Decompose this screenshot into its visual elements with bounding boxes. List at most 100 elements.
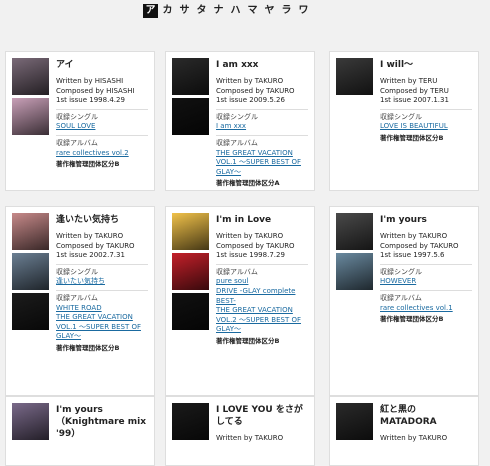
song-title[interactable]: I will～ [380, 59, 472, 71]
divider [216, 108, 308, 110]
kana-tab-6[interactable]: マ [245, 4, 260, 18]
kana-tab-8[interactable]: ラ [279, 4, 294, 18]
kana-tab-7[interactable]: ヤ [262, 4, 277, 18]
divider [216, 263, 308, 265]
cover-thumbnails [172, 58, 209, 138]
kana-tab-3[interactable]: タ [194, 4, 209, 18]
album-cover[interactable] [12, 58, 49, 95]
kana-tab-0[interactable]: ア [143, 4, 158, 18]
song-card[interactable]: I LOVE YOU をさがしてる Written by TAKURO [165, 396, 315, 466]
singles-label: 収録シングル [56, 112, 98, 121]
issue-date: 1st issue 1998.4.29 [56, 96, 125, 105]
rights-group: 著作権管理団体区分B [216, 336, 280, 345]
single-link[interactable]: LOVE IS BEAUTIFUL [380, 122, 472, 132]
written-by: Written by TAKURO [216, 77, 284, 85]
albums-label: 収録アルバム [380, 293, 422, 302]
song-info: 紅と黒のMATADORA Written by TAKURO [380, 404, 472, 444]
song-card[interactable]: I am xxx Written by TAKURO Composed by TAK… [165, 51, 315, 191]
single-link[interactable]: HOWEVER [380, 277, 472, 287]
rights-group: 著作権管理団体区分B [380, 315, 444, 324]
singles-label: 収録シングル [380, 267, 422, 276]
cover-thumbnails [12, 58, 49, 138]
album-link[interactable]: THE GREAT VACATION VOL.1 ～SUPER BEST OF … [56, 313, 148, 342]
album-cover[interactable] [336, 213, 373, 250]
song-title[interactable]: I am xxx [216, 59, 308, 71]
song-info: I'm in Love Written by TAKURO Composed by … [216, 214, 308, 347]
single-link[interactable]: SOUL LOVE [56, 122, 148, 132]
song-info: アイ Written by HISASHI Composed by HISASHI 1… [56, 59, 148, 170]
composed-by: Composed by TAKURO [380, 241, 459, 250]
rights-group: 著作権管理団体区分B [56, 343, 120, 352]
cover-thumbnails [336, 403, 373, 443]
album-cover[interactable] [172, 253, 209, 290]
album-cover[interactable] [172, 213, 209, 250]
song-title[interactable]: I'm yours [380, 214, 472, 226]
song-title[interactable]: 逢いたい気持ち [56, 214, 148, 226]
rights-group: 著作権管理団体区分B [380, 133, 444, 142]
kana-tab-5[interactable]: ハ [228, 4, 243, 18]
cover-thumbnails [12, 403, 49, 443]
song-card[interactable]: I'm yours（Knightmare mix '99） [5, 396, 155, 466]
song-title[interactable]: 紅と黒のMATADORA [380, 404, 472, 428]
divider [56, 263, 148, 265]
albums-label: 収録アルバム [56, 293, 98, 302]
cover-thumbnails [12, 213, 49, 333]
song-card[interactable]: 紅と黒のMATADORA Written by TAKURO [329, 396, 479, 466]
kana-tab-1[interactable]: カ [160, 4, 175, 18]
composed-by: Composed by TAKURO [216, 241, 295, 250]
song-title[interactable]: I LOVE YOU をさがしてる [216, 404, 308, 428]
album-link[interactable]: rare collectives vol.2 [56, 149, 148, 159]
cover-thumbnails [336, 213, 373, 293]
album-link[interactable]: rare collectives vol.1 [380, 304, 472, 314]
album-cover[interactable] [172, 58, 209, 95]
song-card[interactable]: アイ Written by HISASHI Composed by HISASHI 1… [5, 51, 155, 191]
kana-tab-2[interactable]: サ [177, 4, 192, 18]
song-info: I am xxx Written by TAKURO Composed by TAK… [216, 59, 308, 189]
album-link[interactable]: THE GREAT VACATION VOL.1 ～SUPER BEST OF … [216, 149, 308, 178]
single-link[interactable]: DRIVE -GLAY complete BEST- [216, 287, 308, 306]
album-cover[interactable] [172, 293, 209, 330]
kana-tab-9[interactable]: ワ [296, 4, 311, 18]
albums-label: 収録アルバム [56, 138, 98, 147]
divider [380, 263, 472, 265]
single-link[interactable]: pure soul [216, 277, 308, 287]
singles-label: 収録シングル [380, 112, 422, 121]
composed-by: Composed by TERU [380, 86, 449, 95]
song-card[interactable]: 逢いたい気持ち Written by TAKURO Composed by TAKU… [5, 206, 155, 396]
singles-label: 収録アルバム [216, 267, 258, 276]
albums-label: 収録アルバム [216, 138, 258, 147]
song-info: I LOVE YOU をさがしてる Written by TAKURO [216, 404, 308, 444]
song-title[interactable]: I'm yours（Knightmare mix '99） [56, 404, 148, 440]
single-link[interactable]: I am xxx [216, 122, 308, 132]
issue-date: 1st issue 1998.7.29 [216, 251, 285, 260]
written-by: Written by TAKURO [380, 232, 448, 240]
divider [56, 289, 148, 291]
song-card[interactable]: I will～ Written by TERU Composed by TERU 1s… [329, 51, 479, 191]
album-cover[interactable] [12, 213, 49, 250]
rights-group: 著作権管理団体区分B [56, 160, 120, 169]
kana-nav: アカサタナハマヤラワ [143, 4, 311, 18]
song-info: I'm yours Written by TAKURO Composed by TA… [380, 214, 472, 325]
single-link[interactable]: THE GREAT VACATION VOL.2 ～SUPER BEST OF … [216, 306, 308, 335]
divider [216, 134, 308, 136]
divider [380, 289, 472, 291]
album-cover[interactable] [12, 98, 49, 135]
album-cover[interactable] [336, 58, 373, 95]
album-cover[interactable] [12, 293, 49, 330]
divider [56, 134, 148, 136]
song-info: I'm yours（Knightmare mix '99） [56, 404, 148, 440]
singles-label: 収録シングル [216, 112, 258, 121]
composed-by: Composed by HISASHI [56, 86, 135, 95]
song-title[interactable]: アイ [56, 59, 148, 71]
album-cover[interactable] [336, 253, 373, 290]
rights-group: 著作権管理団体区分A [216, 179, 280, 188]
album-cover[interactable] [172, 98, 209, 135]
album-link[interactable]: WHITE ROAD [56, 304, 148, 314]
song-title[interactable]: I'm in Love [216, 214, 308, 226]
single-link[interactable]: 逢いたい気持ち [56, 277, 148, 287]
song-card[interactable]: I'm yours Written by TAKURO Composed by TA… [329, 206, 479, 396]
kana-tab-4[interactable]: ナ [211, 4, 226, 18]
song-card[interactable]: I'm in Love Written by TAKURO Composed by … [165, 206, 315, 396]
cover-thumbnails [172, 403, 209, 443]
album-cover[interactable] [12, 253, 49, 290]
